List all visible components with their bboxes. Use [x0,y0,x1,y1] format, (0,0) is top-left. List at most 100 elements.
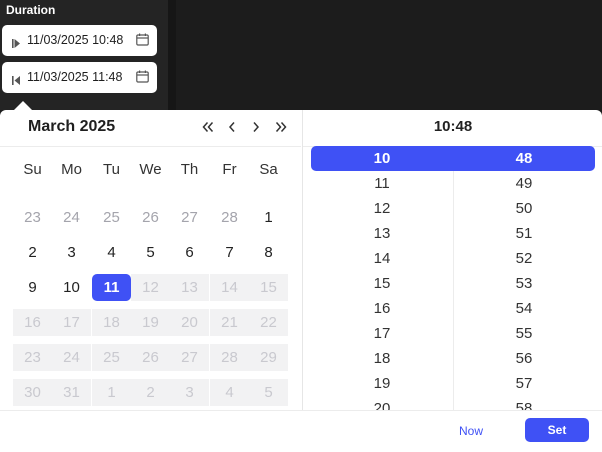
hour-column[interactable]: 10 11 12 13 14 15 16 17 18 19 20 [311,146,453,410]
panel-divider [168,0,176,110]
day-cell[interactable]: 26 [131,204,170,231]
day-cell: 26 [131,344,170,371]
chevron-right-icon [253,122,260,132]
hour-option[interactable]: 13 [311,221,453,246]
minute-column[interactable]: 48 49 50 51 52 53 54 55 56 57 58 [453,146,595,410]
hour-option[interactable]: 17 [311,321,453,346]
hour-option[interactable]: 14 [311,246,453,271]
next-month-button[interactable] [247,118,265,136]
day-cell[interactable]: 28 [210,204,249,231]
day-cell: 20 [170,309,209,336]
weekday-header: Th [180,161,199,178]
minute-option[interactable]: 58 [453,396,595,410]
hour-option[interactable]: 15 [311,271,453,296]
day-cell[interactable]: 8 [249,239,288,266]
time-panel: 10:48 10 11 12 13 14 15 16 17 18 19 20 48 49 50 51 52 5… [302,110,602,410]
day-cell: 31 [52,379,91,406]
minute-option[interactable]: 48 [453,146,595,171]
start-datetime-value: 11/03/2025 10:48 [27,33,124,47]
end-datetime-field[interactable]: 11/03/2025 11:48 [2,62,157,93]
day-cell: 16 [13,309,52,336]
day-cell: 23 [13,344,52,371]
day-cell: 28 [210,344,249,371]
double-chevron-right-icon [275,122,287,132]
chevron-left-icon [228,122,235,132]
weekday-header: Fr [222,161,237,178]
day-cell: 13 [170,274,209,301]
day-cell: 22 [249,309,288,336]
next-year-button[interactable] [272,118,290,136]
minute-option[interactable]: 51 [453,221,595,246]
day-cell: 2 [131,379,170,406]
minute-option[interactable]: 54 [453,296,595,321]
day-cell[interactable]: 4 [92,239,131,266]
day-cell: 30 [13,379,52,406]
now-button[interactable]: Now [446,421,496,441]
day-cell[interactable]: 3 [52,239,91,266]
hour-option[interactable]: 18 [311,346,453,371]
day-cell[interactable]: 27 [170,204,209,231]
day-cell[interactable]: 2 [13,239,52,266]
time-title: 10:48 [433,118,473,135]
day-cell: 29 [249,344,288,371]
double-chevron-left-icon [202,122,214,132]
start-datetime-field[interactable]: 11/03/2025 10:48 [2,25,157,56]
popover-caret [14,101,32,110]
day-cell: 12 [131,274,170,301]
day-cell: 18 [92,309,131,336]
day-cell: 3 [170,379,209,406]
weekday-header: Tu [103,161,120,178]
day-cell: 24 [52,344,91,371]
prev-year-button[interactable] [199,118,217,136]
day-cell[interactable]: 23 [13,204,52,231]
hour-option[interactable]: 10 [311,146,453,171]
minute-option[interactable]: 57 [453,371,595,396]
minute-option[interactable]: 55 [453,321,595,346]
hour-option[interactable]: 16 [311,296,453,321]
day-cell[interactable]: 9 [13,274,52,301]
day-cell: 19 [131,309,170,336]
hour-option[interactable]: 19 [311,371,453,396]
day-cell[interactable]: 25 [92,204,131,231]
day-cell[interactable]: 5 [131,239,170,266]
calendar-panel: March 2025 Su Mo Tu We Th Fr Sa 23 24 25 26 27 28 1 2… [0,110,301,410]
calendar-icon[interactable] [136,70,149,88]
weekday-header: Mo [61,161,82,178]
skip-start-icon [12,35,20,53]
weekday-header: We [139,161,162,178]
selected-day-cell[interactable]: 11 [92,274,131,301]
minute-option[interactable]: 52 [453,246,595,271]
hour-option[interactable]: 11 [311,171,453,196]
day-cell[interactable]: 6 [170,239,209,266]
day-cell[interactable]: 1 [249,204,288,231]
datetime-picker-popover: March 2025 Su Mo Tu We Th Fr Sa 23 24 25 26 27 28 1 2… [0,110,602,452]
weekday-header: Su [23,161,42,178]
hour-option[interactable]: 20 [311,396,453,410]
minute-option[interactable]: 56 [453,346,595,371]
end-datetime-value: 11/03/2025 11:48 [27,70,123,84]
day-cell[interactable]: 24 [52,204,91,231]
minute-option[interactable]: 49 [453,171,595,196]
calendar-header-divider [0,146,301,147]
hour-option[interactable]: 12 [311,196,453,221]
prev-month-button[interactable] [223,118,241,136]
day-cell[interactable]: 7 [210,239,249,266]
day-cell: 27 [170,344,209,371]
weekday-header: Sa [259,161,278,178]
month-title: March 2025 [28,118,116,135]
duration-label: Duration [6,3,56,17]
day-cell: 5 [249,379,288,406]
day-cell: 17 [52,309,91,336]
day-cell: 1 [92,379,131,406]
minute-option[interactable]: 50 [453,196,595,221]
day-cell[interactable]: 10 [52,274,91,301]
minute-option[interactable]: 53 [453,271,595,296]
day-cell: 25 [92,344,131,371]
skip-end-icon [12,72,20,90]
day-cell: 4 [210,379,249,406]
day-cell: 15 [249,274,288,301]
set-button[interactable]: Set [525,418,589,442]
calendar-icon[interactable] [136,33,149,51]
day-cell: 14 [210,274,249,301]
day-cell: 21 [210,309,249,336]
